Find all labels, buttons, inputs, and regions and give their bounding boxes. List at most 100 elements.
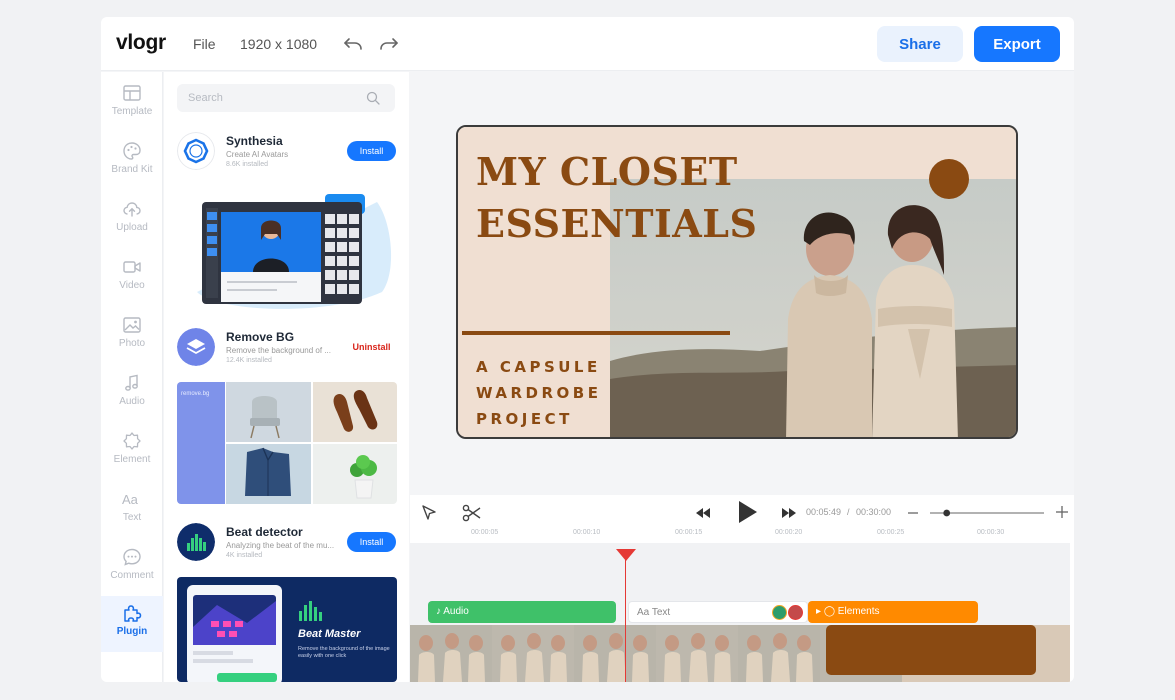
equalizer-icon bbox=[177, 523, 215, 561]
export-button[interactable]: Export bbox=[974, 26, 1060, 62]
app-logo[interactable]: vlogr bbox=[116, 31, 166, 55]
canvas-subtitle-line3[interactable]: PROJECT bbox=[476, 410, 573, 428]
audio-clip[interactable]: ♪ Audio bbox=[428, 601, 616, 623]
plugin-name: Remove BG bbox=[226, 330, 295, 344]
photo-icon bbox=[123, 317, 141, 333]
layers-icon bbox=[177, 328, 215, 366]
clip-label: Text bbox=[651, 607, 671, 618]
plugin-panel: Synthesia Create AI Avatars 8.6K install… bbox=[164, 72, 409, 682]
ruler-label: 00:00:05 bbox=[471, 529, 499, 536]
synthesia-logo-icon bbox=[177, 132, 215, 170]
plugin-description: Create AI Avatars bbox=[226, 150, 289, 159]
total-time: 00:30:00 bbox=[856, 507, 892, 517]
redo-icon[interactable] bbox=[379, 35, 399, 53]
beat-master-artwork bbox=[187, 585, 322, 682]
text-icon: Aa bbox=[122, 492, 139, 507]
install-button[interactable]: Install bbox=[347, 532, 396, 552]
element-icon: ◯ bbox=[823, 606, 838, 617]
ruler-label: 00:00:25 bbox=[877, 529, 905, 536]
ruler-label: 00:00:15 bbox=[675, 529, 703, 536]
zoom-out-icon[interactable] bbox=[907, 507, 919, 519]
select-cursor-icon[interactable] bbox=[420, 504, 438, 522]
text-clip[interactable]: Aa Text bbox=[628, 601, 808, 623]
zoom-slider-thumb[interactable] bbox=[943, 509, 951, 517]
plugin-beat-detector[interactable]: Beat detector Analyzing the beat of the … bbox=[177, 523, 397, 565]
clip-label: Elements bbox=[837, 606, 880, 617]
ruler-label: 00:00:20 bbox=[775, 529, 803, 536]
sidebar-item-label: Upload bbox=[116, 222, 148, 233]
template-icon bbox=[123, 85, 141, 101]
current-time: 00:05:49 bbox=[806, 507, 842, 517]
sidebar-item-label: Video bbox=[119, 280, 145, 291]
play-icon[interactable] bbox=[738, 500, 758, 524]
plugin-remove-bg[interactable]: Remove BG Remove the background of ... 1… bbox=[177, 328, 397, 370]
time-separator: / bbox=[847, 507, 850, 517]
plugin-description: Remove the background of ... bbox=[226, 346, 331, 355]
timeline-panel: 00:05:49 / 00:30:00 00:00:05 00:00:10 00… bbox=[410, 495, 1074, 682]
comment-icon bbox=[123, 548, 141, 566]
rewind-icon[interactable] bbox=[696, 508, 710, 518]
plugin-search-input[interactable] bbox=[177, 84, 395, 112]
canvas-title-line1[interactable]: MY CLOSET bbox=[476, 149, 738, 194]
plugin-name: Beat detector bbox=[226, 525, 303, 539]
design-canvas[interactable]: MY CLOSET ESSENTIALS A CAPSULE WARDROBE … bbox=[456, 125, 1018, 439]
canvas-subtitle-line2[interactable]: WARDROBE bbox=[476, 384, 601, 402]
canvas-stage: MY CLOSET ESSENTIALS A CAPSULE WARDROBE … bbox=[410, 72, 1074, 497]
beat-master-caption: Remove the background of the image easil… bbox=[298, 646, 390, 659]
install-button[interactable]: Install bbox=[347, 141, 396, 161]
playhead-line[interactable] bbox=[625, 555, 626, 682]
decorative-rule[interactable] bbox=[462, 331, 730, 335]
uninstall-button[interactable]: Uninstall bbox=[347, 337, 396, 357]
elements-clip[interactable]: ▸ ◯ Elements bbox=[808, 601, 978, 623]
canvas-subtitle-line1[interactable]: A CAPSULE bbox=[476, 358, 601, 376]
element-clip-block[interactable] bbox=[826, 625, 1036, 675]
sidebar-item-label: Element bbox=[113, 454, 151, 465]
zoom-slider[interactable] bbox=[930, 505, 1044, 521]
sidebar-item-label: Audio bbox=[119, 396, 145, 407]
sidebar-item-plugin[interactable]: Plugin bbox=[101, 596, 163, 652]
sidebar-item-upload[interactable]: Upload bbox=[101, 192, 163, 244]
sidebar-item-audio[interactable]: Audio bbox=[101, 366, 163, 418]
sidebar-item-label: Text bbox=[122, 512, 142, 523]
avatar bbox=[772, 605, 787, 620]
remove-bg-preview-image[interactable]: remove.bg bbox=[177, 382, 397, 504]
decorative-circle[interactable] bbox=[929, 159, 969, 199]
puzzle-icon bbox=[124, 605, 142, 622]
playhead-handle[interactable] bbox=[616, 549, 636, 563]
sidebar-item-text[interactable]: Aa Text bbox=[101, 482, 163, 534]
sidebar-item-label: Comment bbox=[110, 570, 154, 581]
search-icon[interactable] bbox=[366, 91, 380, 105]
music-note-icon bbox=[125, 374, 138, 391]
beat-master-preview[interactable]: Beat Master Remove the background of the… bbox=[177, 577, 397, 682]
scissors-icon[interactable] bbox=[462, 504, 482, 522]
ruler-label: 00:00:30 bbox=[977, 529, 1005, 536]
sidebar-item-comment[interactable]: Comment bbox=[101, 540, 163, 592]
play-icon: ▸ bbox=[816, 606, 824, 617]
zoom-in-icon[interactable] bbox=[1055, 505, 1069, 519]
plugin-synthesia[interactable]: Synthesia Create AI Avatars 8.6K install… bbox=[177, 132, 397, 174]
text-icon: Aa bbox=[637, 607, 652, 618]
canvas-size[interactable]: 1920 x 1080 bbox=[240, 36, 317, 52]
sidebar-item-label: Photo bbox=[118, 338, 146, 349]
removebg-brand-text: remove.bg bbox=[181, 391, 209, 397]
clip-label: Audio bbox=[443, 606, 469, 617]
sidebar-item-photo[interactable]: Photo bbox=[101, 308, 163, 360]
sidebar-item-video[interactable]: Video bbox=[101, 250, 163, 302]
synthesia-preview-image[interactable] bbox=[177, 182, 397, 312]
plugin-name: Synthesia bbox=[226, 134, 283, 148]
sidebar-item-template[interactable]: Template bbox=[101, 76, 163, 128]
avatar bbox=[788, 605, 803, 620]
beat-master-title: Beat Master bbox=[298, 628, 361, 640]
undo-icon[interactable] bbox=[343, 35, 363, 53]
fast-forward-icon[interactable] bbox=[782, 508, 796, 518]
file-menu[interactable]: File bbox=[193, 36, 216, 52]
share-button[interactable]: Share bbox=[877, 26, 963, 62]
sidebar-item-brand-kit[interactable]: Brand Kit bbox=[101, 134, 163, 186]
top-bar: vlogr File 1920 x 1080 Share Export bbox=[101, 17, 1074, 71]
sidebar-item-label: Brand Kit bbox=[111, 164, 153, 175]
sidebar-item-label: Template bbox=[111, 106, 153, 117]
video-icon bbox=[123, 261, 141, 273]
canvas-title-line2[interactable]: ESSENTIALS bbox=[476, 201, 757, 246]
cloud-upload-icon bbox=[123, 202, 141, 217]
sidebar-item-element[interactable]: Element bbox=[101, 424, 163, 476]
